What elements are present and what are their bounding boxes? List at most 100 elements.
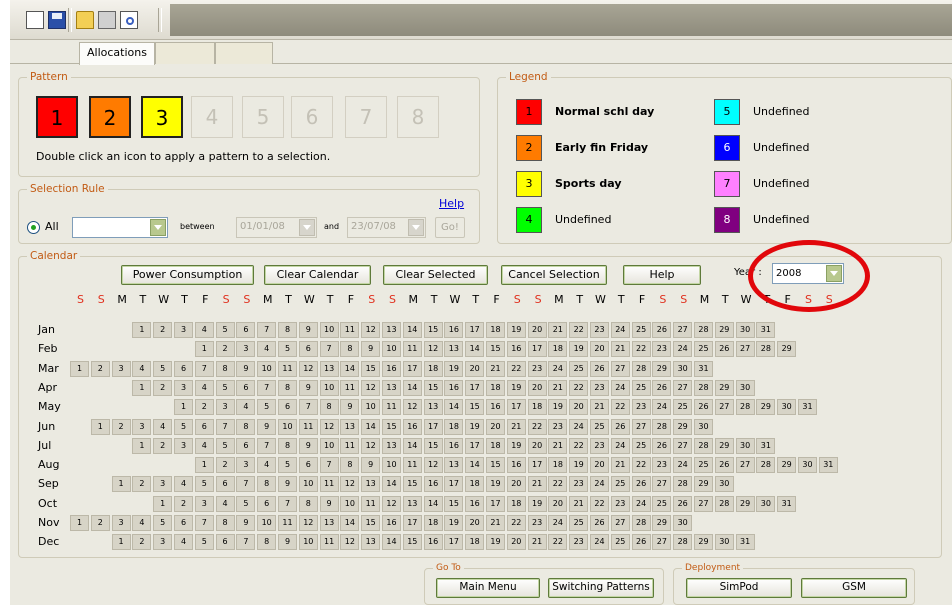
day-cell[interactable]: 7 bbox=[319, 341, 339, 358]
day-cell[interactable]: 2 bbox=[90, 360, 110, 377]
day-cell[interactable]: 8 bbox=[215, 360, 235, 377]
day-cell[interactable]: 12 bbox=[361, 379, 381, 396]
day-cell[interactable]: 23 bbox=[652, 457, 672, 474]
day-cell[interactable]: 24 bbox=[548, 515, 568, 531]
day-cell[interactable]: 13 bbox=[319, 360, 339, 377]
calendar-help-button[interactable]: Help bbox=[623, 265, 701, 285]
day-cell[interactable]: 11 bbox=[278, 360, 297, 377]
chevron-down-icon[interactable] bbox=[150, 219, 166, 236]
day-cell[interactable]: 27 bbox=[735, 341, 755, 358]
day-cell[interactable]: 3 bbox=[174, 322, 193, 338]
day-cell[interactable]: 18 bbox=[548, 341, 568, 358]
day-cell[interactable]: 12 bbox=[298, 360, 318, 377]
day-cell[interactable]: 31 bbox=[735, 534, 755, 551]
day-cell[interactable]: 18 bbox=[465, 534, 485, 551]
simpod-button[interactable]: SimPod bbox=[686, 578, 792, 598]
day-cell[interactable]: 5 bbox=[236, 495, 256, 512]
day-cell[interactable]: 6 bbox=[215, 476, 235, 493]
day-cell[interactable]: 11 bbox=[319, 534, 339, 551]
day-cell[interactable]: 21 bbox=[590, 399, 609, 416]
day-cell[interactable]: 4 bbox=[174, 476, 193, 493]
day-cell[interactable]: 16 bbox=[402, 418, 422, 435]
day-cell[interactable]: 5 bbox=[215, 379, 235, 396]
day-cell[interactable]: 24 bbox=[590, 534, 609, 551]
day-cell[interactable]: 7 bbox=[236, 476, 256, 493]
day-cell[interactable]: 23 bbox=[527, 515, 547, 531]
day-cell[interactable]: 7 bbox=[194, 515, 214, 531]
day-cell[interactable]: 13 bbox=[361, 476, 381, 493]
day-cell[interactable]: 14 bbox=[402, 322, 422, 338]
day-cell[interactable]: 17 bbox=[444, 534, 464, 551]
day-cell[interactable]: 21 bbox=[527, 534, 547, 551]
day-cell[interactable]: 6 bbox=[298, 457, 318, 474]
day-cell[interactable]: 4 bbox=[194, 379, 214, 396]
to-date-picker[interactable]: 23/07/08 bbox=[347, 217, 426, 238]
day-cell[interactable]: 19 bbox=[486, 476, 505, 493]
day-cell[interactable]: 9 bbox=[298, 437, 318, 454]
day-cell[interactable]: 27 bbox=[735, 457, 755, 474]
day-cell[interactable]: 11 bbox=[382, 399, 401, 416]
day-cell[interactable]: 3 bbox=[194, 495, 214, 512]
day-cell[interactable]: 19 bbox=[506, 379, 526, 396]
day-cell[interactable]: 4 bbox=[257, 457, 277, 474]
day-cell[interactable]: 3 bbox=[153, 534, 173, 551]
day-cell[interactable]: 5 bbox=[278, 457, 297, 474]
day-cell[interactable]: 1 bbox=[132, 379, 152, 396]
day-cell[interactable]: 23 bbox=[590, 437, 609, 454]
day-cell[interactable]: 17 bbox=[402, 360, 422, 377]
day-cell[interactable]: 16 bbox=[423, 476, 443, 493]
day-cell[interactable]: 9 bbox=[340, 399, 360, 416]
day-cell[interactable]: 7 bbox=[194, 360, 214, 377]
day-cell[interactable]: 2 bbox=[132, 534, 152, 551]
day-cell[interactable]: 18 bbox=[527, 399, 547, 416]
day-cell[interactable]: 26 bbox=[714, 341, 734, 358]
day-cell[interactable]: 17 bbox=[527, 457, 547, 474]
tab-blank[interactable] bbox=[215, 42, 273, 64]
day-cell[interactable]: 10 bbox=[319, 379, 339, 396]
cancel-selection-button[interactable]: Cancel Selection bbox=[501, 265, 607, 285]
day-cell[interactable]: 25 bbox=[694, 457, 713, 474]
day-cell[interactable]: 15 bbox=[361, 515, 381, 531]
day-cell[interactable]: 26 bbox=[610, 418, 630, 435]
day-cell[interactable]: 15 bbox=[465, 399, 485, 416]
day-cell[interactable]: 17 bbox=[465, 437, 485, 454]
day-cell[interactable]: 13 bbox=[319, 515, 339, 531]
day-cell[interactable]: 11 bbox=[402, 341, 422, 358]
day-cell[interactable]: 30 bbox=[798, 457, 817, 474]
day-cell[interactable]: 1 bbox=[132, 322, 152, 338]
day-cell[interactable]: 5 bbox=[153, 360, 173, 377]
day-cell[interactable]: 14 bbox=[361, 418, 381, 435]
day-cell[interactable]: 15 bbox=[486, 341, 505, 358]
day-cell[interactable]: 5 bbox=[174, 418, 193, 435]
from-date-picker[interactable]: 01/01/08 bbox=[236, 217, 317, 238]
day-cell[interactable]: 17 bbox=[465, 322, 485, 338]
day-cell[interactable]: 14 bbox=[402, 379, 422, 396]
day-cell[interactable]: 23 bbox=[631, 399, 651, 416]
day-cell[interactable]: 13 bbox=[402, 495, 422, 512]
day-cell[interactable]: 2 bbox=[215, 457, 235, 474]
clear-calendar-button[interactable]: Clear Calendar bbox=[264, 265, 371, 285]
day-cell[interactable]: 5 bbox=[194, 534, 214, 551]
day-cell[interactable]: 25 bbox=[631, 322, 651, 338]
day-cell[interactable]: 4 bbox=[153, 418, 173, 435]
day-cell[interactable]: 3 bbox=[174, 437, 193, 454]
day-cell[interactable]: 3 bbox=[153, 476, 173, 493]
day-cell[interactable]: 10 bbox=[361, 399, 381, 416]
day-cell[interactable]: 19 bbox=[527, 495, 547, 512]
day-cell[interactable]: 21 bbox=[610, 457, 630, 474]
day-cell[interactable]: 20 bbox=[527, 322, 547, 338]
day-cell[interactable]: 20 bbox=[590, 341, 609, 358]
day-cell[interactable]: 4 bbox=[194, 322, 214, 338]
day-cell[interactable]: 21 bbox=[548, 379, 568, 396]
day-cell[interactable]: 8 bbox=[236, 418, 256, 435]
day-cell[interactable]: 18 bbox=[506, 495, 526, 512]
day-cell[interactable]: 18 bbox=[423, 515, 443, 531]
day-cell[interactable]: 29 bbox=[694, 534, 713, 551]
day-cell[interactable]: 29 bbox=[777, 341, 797, 358]
day-cell[interactable]: 26 bbox=[631, 476, 651, 493]
day-cell[interactable]: 24 bbox=[673, 341, 693, 358]
day-cell[interactable]: 8 bbox=[257, 476, 277, 493]
day-cell[interactable]: 29 bbox=[714, 379, 734, 396]
day-cell[interactable]: 14 bbox=[402, 437, 422, 454]
day-cell[interactable]: 7 bbox=[215, 418, 235, 435]
